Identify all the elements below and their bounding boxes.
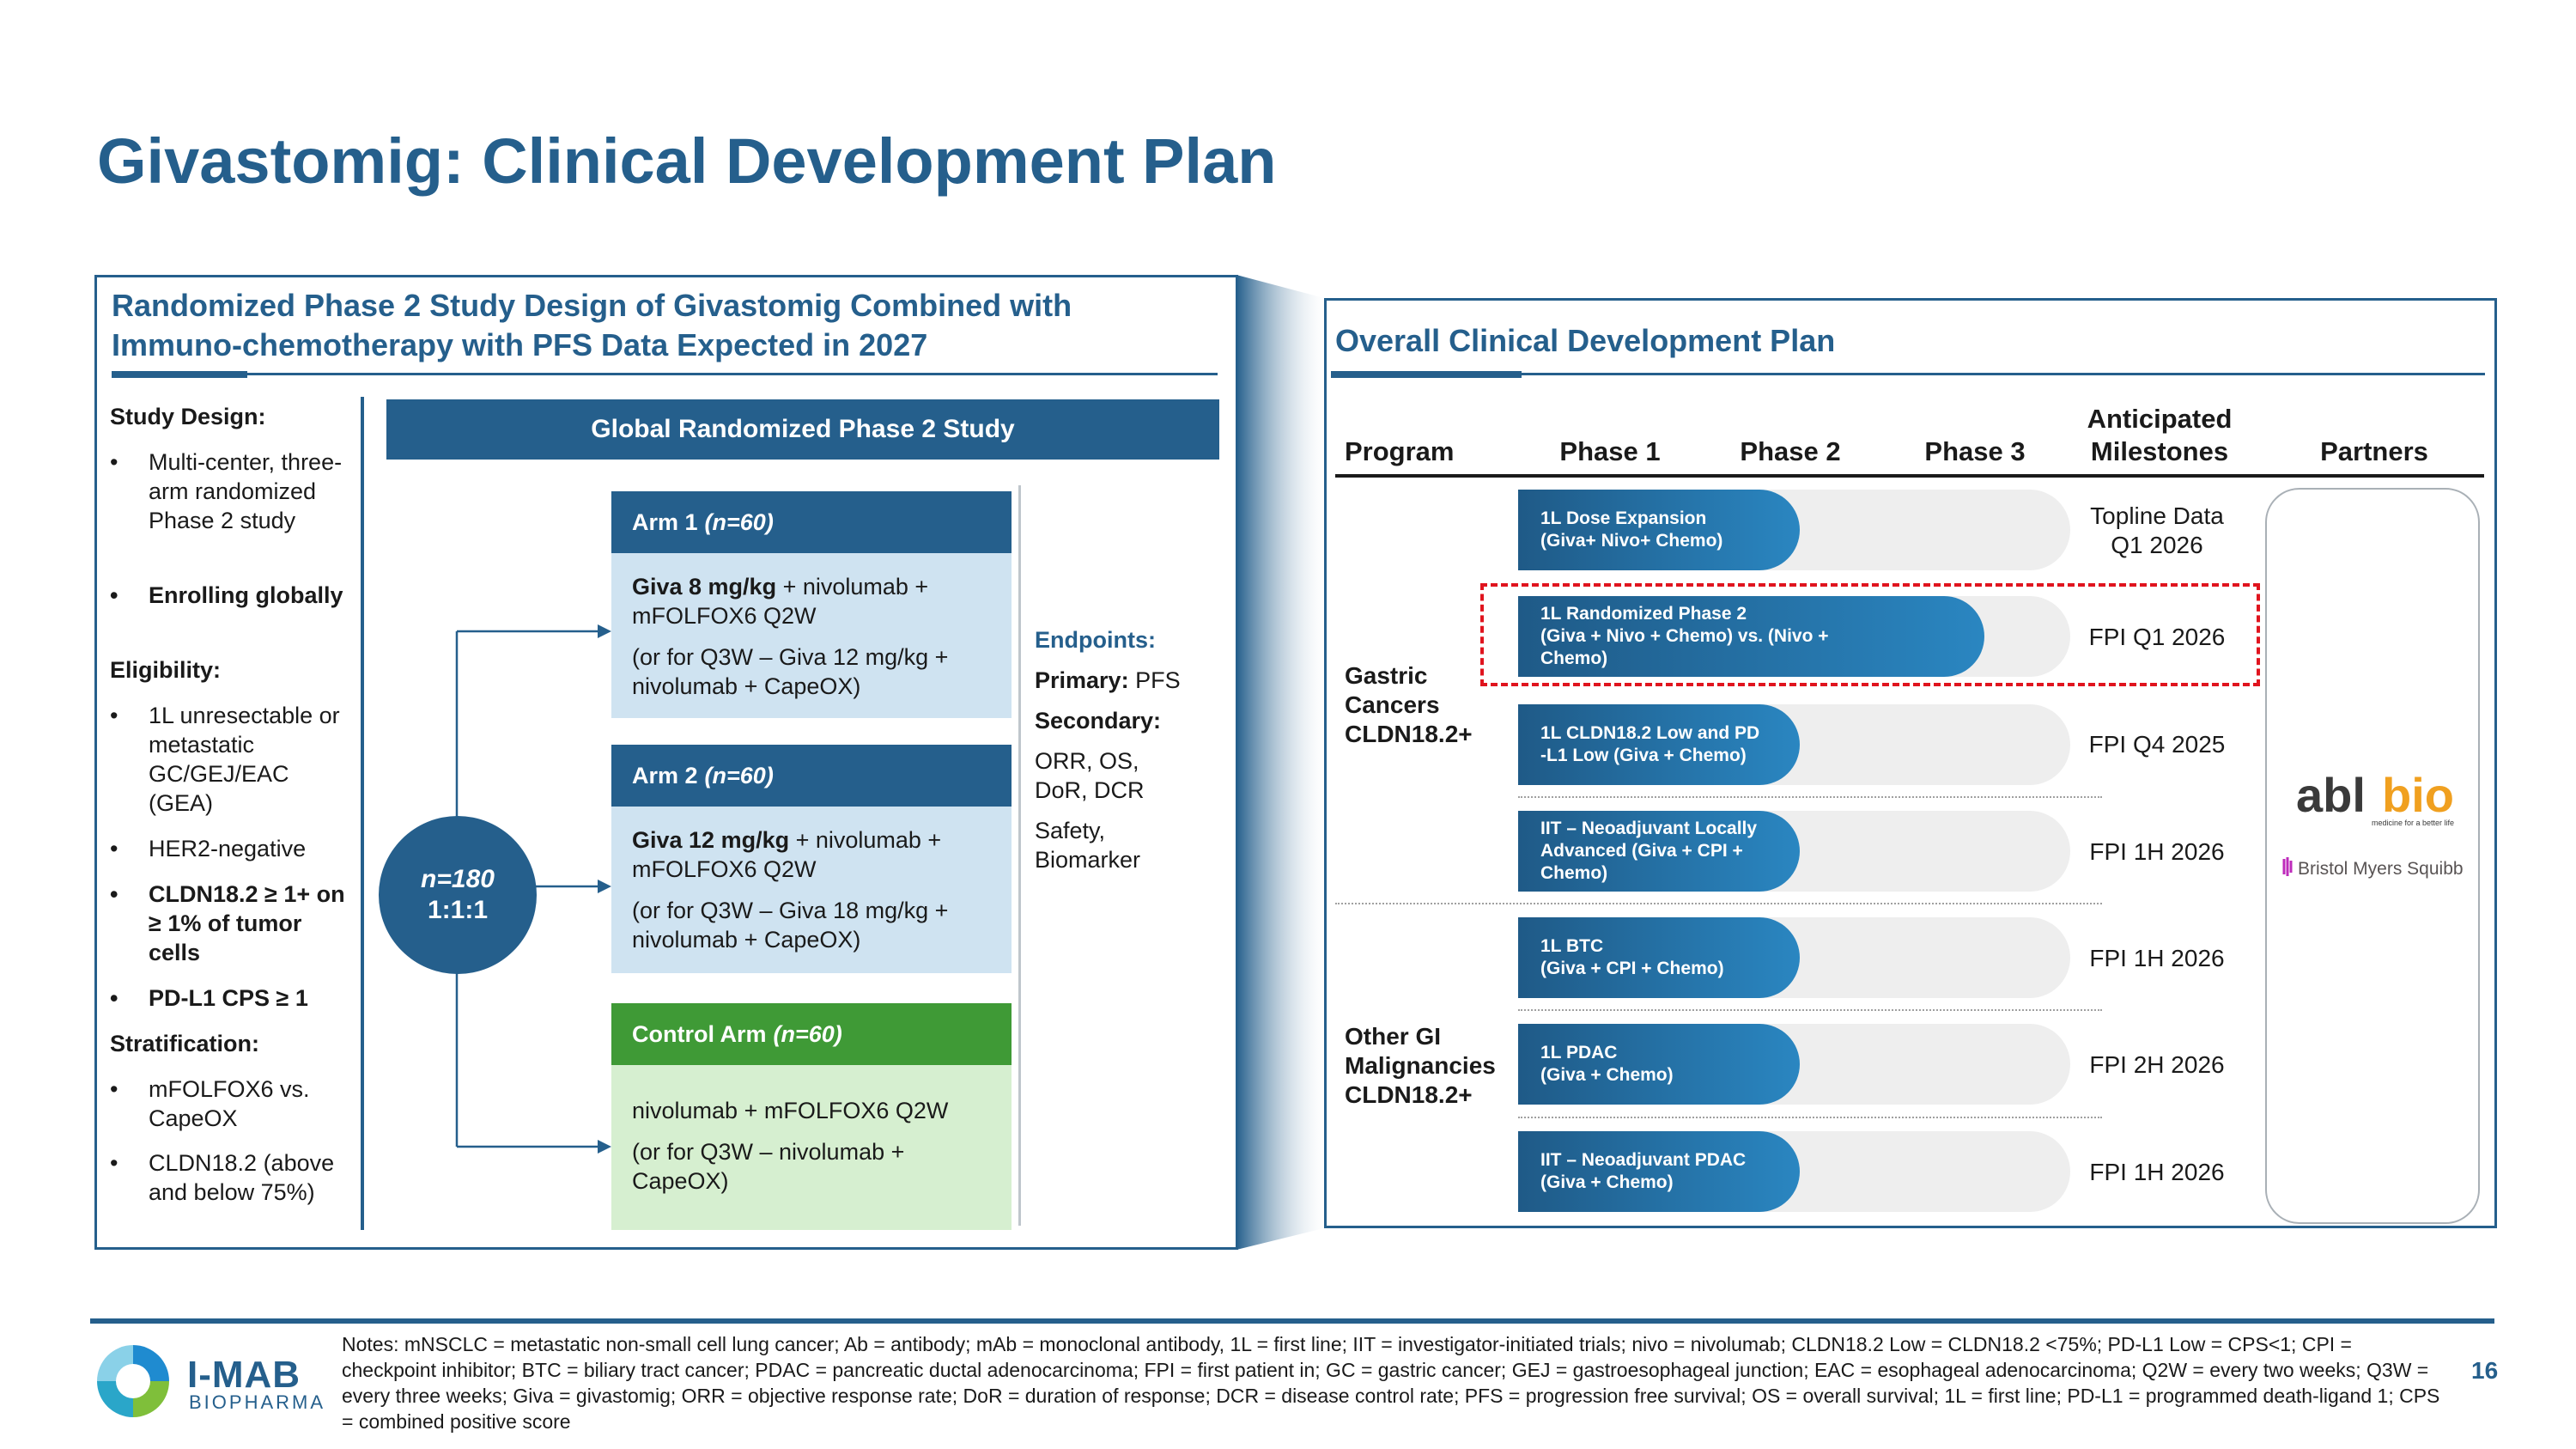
pipeline-bar: IIT – Neoadjuvant Locally Advanced (Giva … bbox=[1518, 811, 1800, 892]
arm2-alt-regimen: (or for Q3W – Giva 18 mg/kg + nivolumab … bbox=[632, 898, 949, 953]
arm1-header: Arm 1 (n=60) bbox=[611, 491, 1012, 553]
column-header-phase1: Phase 1 bbox=[1559, 436, 1661, 466]
row-divider bbox=[1518, 1117, 2102, 1118]
svg-text:abl: abl bbox=[2296, 769, 2366, 822]
study-design-heading-line1: Randomized Phase 2 Study Design of Givas… bbox=[112, 288, 1072, 323]
stratification-bullet: mFOLFOX6 vs. CapeOX bbox=[110, 1075, 359, 1133]
company-subtitle: BIOPHARMA bbox=[189, 1391, 326, 1413]
heading-underline bbox=[247, 373, 1218, 375]
program-group-gastric: Gastric Cancers CLDN18.2+ bbox=[1345, 662, 1473, 747]
secondary-endpoint-label: Secondary: bbox=[1035, 708, 1162, 734]
milestone: FPI 1H 2026 bbox=[2089, 838, 2225, 865]
study-design-bullet: Enrolling globally bbox=[110, 581, 359, 610]
pipeline-bar: IIT – Neoadjuvant PDAC (Giva + Chemo) bbox=[1518, 1131, 1800, 1212]
eligibility-label: Eligibility: bbox=[110, 657, 222, 683]
randomization-circle: n=180 1:1:1 bbox=[379, 816, 537, 974]
company-name: I-MAB bbox=[187, 1354, 301, 1396]
program-group-other-gi: Other GI Malignancies CLDN18.2+ bbox=[1345, 1023, 1496, 1108]
zoom-funnel bbox=[1236, 275, 1324, 1250]
imab-logo-mark bbox=[97, 1345, 169, 1417]
control-arm-label: Control Arm bbox=[632, 1020, 767, 1047]
bms-logo: Bristol Myers Squibb bbox=[2282, 857, 2464, 879]
arm2-label: Arm 2 bbox=[632, 762, 698, 788]
footnotes: Notes: mNSCLC = metastatic non-small cel… bbox=[342, 1333, 2440, 1433]
control-arm-n: (n=60) bbox=[773, 1020, 842, 1047]
secondary-endpoint-values: ORR, OS, DoR, DCR bbox=[1035, 748, 1145, 803]
column-header-phase2: Phase 2 bbox=[1740, 436, 1841, 466]
arm2-regimen: Giva 12 mg/kg + nivolumab + mFOLFOX6 Q2W bbox=[632, 827, 942, 882]
development-plan-heading: Overall Clinical Development Plan bbox=[1335, 323, 1836, 358]
arm1-alt-regimen: (or for Q3W – Giva 12 mg/kg + nivolumab … bbox=[632, 644, 949, 699]
column-separator bbox=[361, 397, 364, 1230]
arm1-n: (n=60) bbox=[704, 508, 774, 535]
svg-text:medicine for a better life: medicine for a better life bbox=[2372, 819, 2454, 827]
primary-endpoint: Primary: PFS bbox=[1035, 667, 1181, 693]
eligibility-bullet: CLDN18.2 ≥ 1+ on ≥ 1% of tumor cells bbox=[110, 880, 359, 967]
study-design-bullet: Multi-center, three-arm randomized Phase… bbox=[110, 447, 359, 535]
pipeline-bar: 1L CLDN18.2 Low and PD -L1 Low (Giva + Ch… bbox=[1518, 704, 1800, 785]
svg-text:Bristol Myers Squibb: Bristol Myers Squibb bbox=[2298, 859, 2464, 879]
group-divider bbox=[1335, 903, 2102, 904]
pipeline-bar: 1L PDAC (Giva + Chemo) bbox=[1518, 1024, 1800, 1105]
footer-rule bbox=[90, 1318, 2494, 1324]
randomization-ratio: 1:1:1 bbox=[427, 896, 489, 924]
heading-accent-bar bbox=[1331, 371, 1522, 378]
arm2-body: Giva 12 mg/kg + nivolumab + mFOLFOX6 Q2W… bbox=[611, 807, 1012, 973]
eligibility-bullet: 1L unresectable or metastatic GC/GEJ/EAC… bbox=[110, 701, 359, 818]
svg-text:bio: bio bbox=[2382, 769, 2454, 822]
arm1-label: Arm 1 bbox=[632, 508, 698, 535]
study-banner: Global Randomized Phase 2 Study bbox=[386, 399, 1219, 460]
arm1-regimen: Giva 8 mg/kg + nivolumab + mFOLFOX6 Q2W bbox=[632, 574, 929, 629]
stratification-bullet: CLDN18.2 (above and below 75%) bbox=[110, 1148, 359, 1207]
control-arm-alt-regimen: (or for Q3W – nivolumab + CapeOX) bbox=[632, 1139, 905, 1194]
milestone: FPI 2H 2026 bbox=[2089, 1051, 2225, 1078]
other-endpoints: Safety, Biomarker bbox=[1035, 818, 1141, 873]
control-arm-header: Control Arm (n=60) bbox=[611, 1003, 1012, 1065]
page-number: 16 bbox=[2471, 1357, 2499, 1384]
column-header-milestones: Anticipated Milestones bbox=[2087, 404, 2233, 466]
column-header-phase3: Phase 3 bbox=[1924, 436, 2026, 466]
column-header-program: Program bbox=[1345, 436, 1455, 466]
eligibility-bullet: PD-L1 CPS ≥ 1 bbox=[110, 983, 359, 1013]
milestone: FPI Q4 2025 bbox=[2088, 731, 2226, 758]
ablbio-logo: abl bio medicine for a better life bbox=[2296, 769, 2454, 827]
milestone: FPI 1H 2026 bbox=[2089, 1159, 2225, 1185]
table-header-rule bbox=[1335, 474, 2484, 478]
endpoints-label: Endpoints: bbox=[1035, 627, 1156, 653]
eligibility-bullet: HER2-negative bbox=[110, 834, 359, 863]
control-arm-body: nivolumab + mFOLFOX6 Q2W (or for Q3W – n… bbox=[611, 1065, 1012, 1230]
pipeline-bar: 1L BTC (Giva + CPI + Chemo) bbox=[1518, 917, 1800, 998]
milestone: Topline Data Q1 2026 bbox=[2090, 502, 2224, 558]
total-enrollment: n=180 bbox=[421, 865, 495, 893]
pipeline-bar: 1L Dose Expansion (Giva+ Nivo+ Chemo) bbox=[1518, 490, 1800, 570]
stratification-label: Stratification: bbox=[110, 1031, 260, 1056]
study-design-label: Study Design: bbox=[110, 404, 266, 429]
heading-underline bbox=[1522, 373, 2485, 375]
row-divider bbox=[1518, 1009, 2102, 1011]
endpoints-separator bbox=[1018, 485, 1021, 1226]
arm2-n: (n=60) bbox=[704, 762, 774, 788]
milestone: FPI 1H 2026 bbox=[2089, 945, 2225, 971]
arm2-header: Arm 2 (n=60) bbox=[611, 745, 1012, 807]
page-title: Givastomig: Clinical Development Plan bbox=[97, 125, 1277, 197]
row-divider bbox=[1518, 796, 2102, 798]
heading-accent-bar bbox=[112, 371, 247, 378]
study-design-heading-line2: Immuno-chemotherapy with PFS Data Expect… bbox=[112, 327, 928, 362]
highlight-box bbox=[1480, 583, 2260, 686]
study-design-heading: Randomized Phase 2 Study Design of Givas… bbox=[112, 286, 1072, 365]
column-header-partners: Partners bbox=[2320, 436, 2428, 466]
arm1-body: Giva 8 mg/kg + nivolumab + mFOLFOX6 Q2W … bbox=[611, 553, 1012, 718]
control-arm-regimen: nivolumab + mFOLFOX6 Q2W bbox=[632, 1098, 949, 1123]
